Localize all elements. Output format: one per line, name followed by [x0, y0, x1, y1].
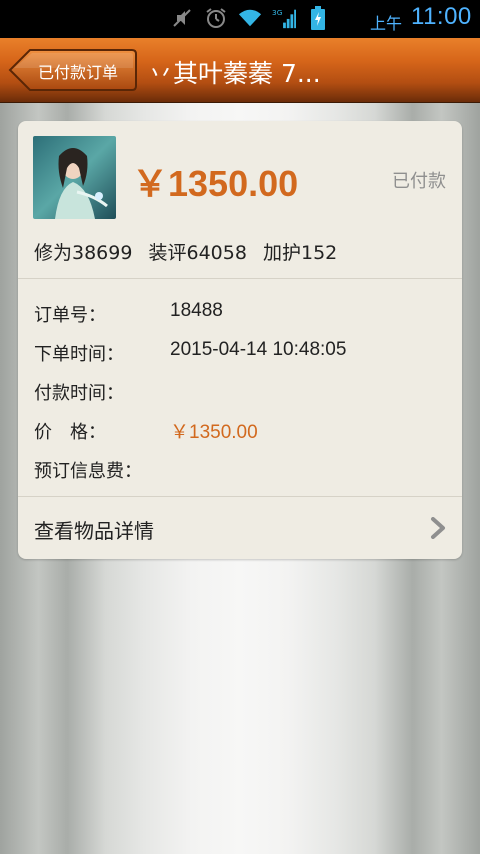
status-badge: 已付款	[392, 171, 446, 192]
price-label: 价 格：	[34, 422, 106, 443]
stat-xiuwei: 修为38699	[34, 242, 133, 264]
view-item-details-button[interactable]: 查看物品详情	[18, 497, 462, 559]
mute-icon	[170, 6, 194, 30]
status-ampm: 上午	[370, 14, 403, 33]
back-button-label: 已付款订单	[38, 63, 119, 82]
battery-charging-icon	[306, 6, 330, 30]
price-value: ￥1350.00	[170, 422, 258, 443]
page-title: 丷其叶蓁蓁 7...	[148, 59, 321, 88]
order-time-label: 下单时间：	[34, 344, 124, 365]
booking-fee-label: 预订信息费：	[34, 461, 142, 482]
order-number-label: 订单号：	[34, 305, 106, 326]
item-stats: 修为38699 装评64058 加护152	[34, 238, 347, 265]
back-button[interactable]: 已付款订单	[8, 48, 137, 91]
alarm-icon	[204, 6, 228, 30]
signal-3g-icon: 3G	[272, 6, 296, 30]
status-icons: 3G	[170, 6, 330, 30]
order-number-value: 18488	[170, 300, 223, 321]
divider	[18, 278, 462, 279]
payment-time-label: 付款时间：	[34, 383, 124, 404]
chevron-right-icon	[430, 517, 446, 543]
order-time-value: 2015-04-14 10:48:05	[170, 339, 347, 360]
item-avatar-image	[33, 136, 116, 219]
order-price: ￥1350.00	[132, 163, 299, 204]
view-item-details-label: 查看物品详情	[34, 519, 154, 543]
stat-zhuangping: 装评64058	[148, 242, 247, 264]
status-time: 11:00	[411, 3, 472, 30]
wifi-icon	[238, 6, 262, 30]
order-card: ￥1350.00 已付款 修为38699 装评64058 加护152 订单号： …	[18, 121, 462, 559]
svg-text:3G: 3G	[272, 8, 283, 17]
title-bar: 已付款订单 丷其叶蓁蓁 7...	[0, 38, 480, 103]
status-bar: 3G 上午 11:00	[0, 0, 480, 38]
stat-jiahu: 加护152	[263, 242, 338, 264]
